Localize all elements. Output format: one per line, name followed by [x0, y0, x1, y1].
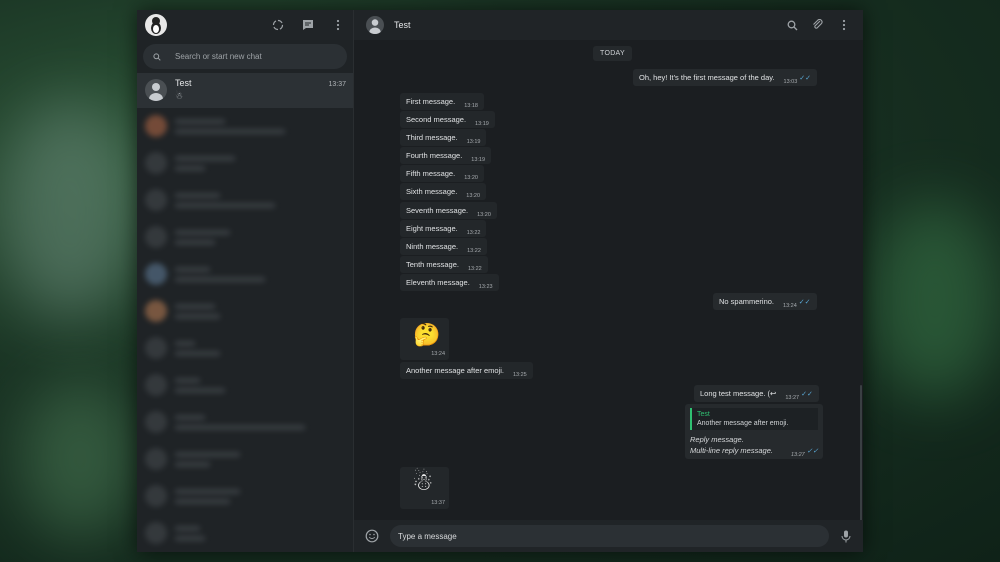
snowman-emoji: ☃	[412, 469, 434, 496]
list-item[interactable]	[137, 108, 353, 145]
list-item[interactable]	[137, 256, 353, 293]
emoji-message[interactable]: 🤔 13:24	[400, 318, 449, 360]
message-bubble[interactable]: No spammerino. 13:24 ✓✓	[713, 293, 817, 310]
microphone-icon[interactable]	[839, 529, 853, 543]
menu-icon[interactable]	[331, 18, 345, 32]
message-list[interactable]: TODAY Oh, hey! It's the first message of…	[354, 40, 863, 520]
chat-time: 13:37	[328, 80, 346, 88]
chat-item-test[interactable]: Test ☃ 13:37	[137, 72, 353, 108]
app-window: Test ☃ 13:37 Test	[137, 10, 863, 552]
message-bubble[interactable]: Second message. 13:19	[400, 111, 495, 128]
message-bubble[interactable]: Long test message. (↩ 13:27 ✓✓	[694, 385, 819, 402]
message-bubble[interactable]: Eleventh message. 13:23	[400, 274, 499, 291]
message-bubble[interactable]: Oh, hey! It's the first message of the d…	[633, 69, 818, 86]
list-item[interactable]	[137, 478, 353, 515]
message-bubble[interactable]: Another message after emoji. 13:25	[400, 362, 533, 379]
message-bubble[interactable]: Fifth message. 13:20	[400, 165, 484, 182]
list-item[interactable]	[137, 293, 353, 330]
conversation-header: Test	[354, 10, 863, 40]
double-check-icon: ✓✓	[801, 391, 813, 398]
message-bubble[interactable]: Eight message. 13:22	[400, 220, 487, 237]
reply-message[interactable]: Test Another message after emoji. Reply …	[685, 404, 824, 459]
list-item[interactable]	[137, 441, 353, 478]
sidebar: Test ☃ 13:37	[137, 10, 354, 552]
contact-name[interactable]: Test	[394, 20, 411, 30]
chat-preview: ☃	[175, 91, 184, 102]
emoji-message[interactable]: ☃ 13:37	[400, 467, 449, 509]
search-input[interactable]	[175, 52, 337, 62]
blurred-chat-list	[137, 108, 353, 552]
message-bubble[interactable]: Seventh message. 13:20	[400, 202, 497, 219]
menu-icon[interactable]	[837, 18, 851, 32]
thinking-face-emoji: 🤔	[413, 322, 441, 347]
attach-icon[interactable]	[811, 18, 825, 32]
list-item[interactable]	[137, 404, 353, 441]
message-composer	[354, 520, 863, 552]
message-bubble[interactable]: First message. 13:18	[400, 93, 484, 110]
scrollbar[interactable]	[860, 385, 862, 520]
day-separator: TODAY	[593, 46, 632, 61]
search-box[interactable]	[143, 44, 347, 69]
search-icon	[153, 53, 161, 61]
message-bubble[interactable]: Third message. 13:19	[400, 129, 487, 146]
message-bubble[interactable]: Fourth message. 13:19	[400, 147, 492, 164]
search-icon[interactable]	[785, 18, 799, 32]
list-item[interactable]	[137, 145, 353, 182]
double-check-icon: ✓✓	[799, 75, 812, 82]
new-chat-icon[interactable]	[301, 18, 315, 32]
status-icon[interactable]	[271, 18, 285, 32]
my-avatar[interactable]	[145, 14, 167, 37]
list-item[interactable]	[137, 515, 353, 552]
double-check-icon: ✓✓	[806, 448, 819, 455]
list-item[interactable]	[137, 330, 353, 367]
reply-line-2: Multi-line reply message.	[690, 446, 773, 455]
list-item[interactable]	[137, 367, 353, 404]
list-item[interactable]	[137, 182, 353, 219]
contact-avatar[interactable]	[366, 16, 384, 34]
list-item[interactable]	[137, 219, 353, 256]
quoted-message[interactable]: Test Another message after emoji.	[690, 408, 819, 430]
double-check-icon: ✓✓	[798, 299, 811, 306]
message-bubble[interactable]: Tenth message. 13:22	[400, 256, 488, 273]
sidebar-header	[137, 10, 353, 41]
conversation-panel: Test TODAY Oh, hey! It's the first messa…	[354, 10, 863, 552]
contact-avatar	[145, 79, 167, 102]
emoji-icon[interactable]	[364, 528, 380, 544]
message-bubble[interactable]: Ninth message. 13:22	[400, 238, 487, 255]
chat-name: Test	[175, 78, 192, 89]
reply-line-1: Reply message.	[690, 435, 744, 444]
message-input[interactable]	[398, 531, 821, 541]
message-bubble[interactable]: Sixth message. 13:20	[400, 183, 487, 200]
